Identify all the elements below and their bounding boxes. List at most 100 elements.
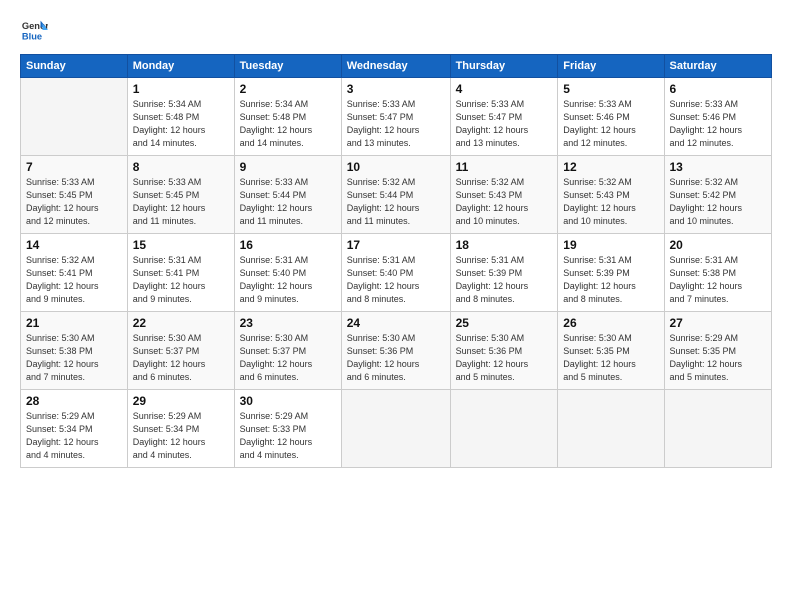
- weekday-header-friday: Friday: [558, 55, 664, 78]
- day-info: Sunrise: 5:33 AM Sunset: 5:44 PM Dayligh…: [240, 176, 336, 228]
- day-number: 28: [26, 394, 122, 408]
- day-info: Sunrise: 5:30 AM Sunset: 5:38 PM Dayligh…: [26, 332, 122, 384]
- day-number: 1: [133, 82, 229, 96]
- calendar-cell: 11 Sunrise: 5:32 AM Sunset: 5:43 PM Dayli…: [450, 156, 558, 234]
- calendar-cell: 20 Sunrise: 5:31 AM Sunset: 5:38 PM Dayli…: [664, 234, 772, 312]
- day-number: 4: [456, 82, 553, 96]
- calendar-cell: 25 Sunrise: 5:30 AM Sunset: 5:36 PM Dayli…: [450, 312, 558, 390]
- day-info: Sunrise: 5:29 AM Sunset: 5:35 PM Dayligh…: [670, 332, 767, 384]
- day-number: 5: [563, 82, 658, 96]
- day-number: 7: [26, 160, 122, 174]
- weekday-header-saturday: Saturday: [664, 55, 772, 78]
- day-number: 30: [240, 394, 336, 408]
- weekday-header-thursday: Thursday: [450, 55, 558, 78]
- day-info: Sunrise: 5:31 AM Sunset: 5:39 PM Dayligh…: [563, 254, 658, 306]
- day-info: Sunrise: 5:32 AM Sunset: 5:43 PM Dayligh…: [563, 176, 658, 228]
- calendar-cell: 8 Sunrise: 5:33 AM Sunset: 5:45 PM Daylig…: [127, 156, 234, 234]
- day-info: Sunrise: 5:32 AM Sunset: 5:43 PM Dayligh…: [456, 176, 553, 228]
- day-number: 6: [670, 82, 767, 96]
- calendar-cell: 17 Sunrise: 5:31 AM Sunset: 5:40 PM Dayli…: [341, 234, 450, 312]
- day-info: Sunrise: 5:33 AM Sunset: 5:47 PM Dayligh…: [456, 98, 553, 150]
- day-number: 18: [456, 238, 553, 252]
- calendar-week-row: 14Sunrise: 5:32 AM Sunset: 5:41 PM Dayli…: [21, 234, 772, 312]
- calendar-cell: 5 Sunrise: 5:33 AM Sunset: 5:46 PM Daylig…: [558, 78, 664, 156]
- day-info: Sunrise: 5:33 AM Sunset: 5:47 PM Dayligh…: [347, 98, 445, 150]
- weekday-header-sunday: Sunday: [21, 55, 128, 78]
- day-number: 25: [456, 316, 553, 330]
- day-info: Sunrise: 5:33 AM Sunset: 5:45 PM Dayligh…: [26, 176, 122, 228]
- day-number: 27: [670, 316, 767, 330]
- calendar-week-row: 7 Sunrise: 5:33 AM Sunset: 5:45 PM Daylig…: [21, 156, 772, 234]
- day-number: 22: [133, 316, 229, 330]
- calendar-cell: [664, 390, 772, 468]
- calendar-cell: 27 Sunrise: 5:29 AM Sunset: 5:35 PM Dayli…: [664, 312, 772, 390]
- logo: General Blue: [20, 16, 48, 44]
- calendar-cell: [558, 390, 664, 468]
- day-info: Sunrise: 5:31 AM Sunset: 5:38 PM Dayligh…: [670, 254, 767, 306]
- logo-icon: General Blue: [20, 16, 48, 44]
- day-number: 17: [347, 238, 445, 252]
- header: General Blue: [20, 16, 772, 44]
- day-number: 26: [563, 316, 658, 330]
- day-number: 23: [240, 316, 336, 330]
- calendar-cell: 29 Sunrise: 5:29 AM Sunset: 5:34 PM Dayli…: [127, 390, 234, 468]
- day-info: Sunrise: 5:30 AM Sunset: 5:37 PM Dayligh…: [133, 332, 229, 384]
- day-number: 12: [563, 160, 658, 174]
- day-number: 20: [670, 238, 767, 252]
- day-info: Sunrise: 5:30 AM Sunset: 5:36 PM Dayligh…: [456, 332, 553, 384]
- calendar-cell: 15Sunrise: 5:31 AM Sunset: 5:41 PM Dayli…: [127, 234, 234, 312]
- calendar-table: SundayMondayTuesdayWednesdayThursdayFrid…: [20, 54, 772, 468]
- calendar-cell: 23 Sunrise: 5:30 AM Sunset: 5:37 PM Dayli…: [234, 312, 341, 390]
- calendar-cell: 4 Sunrise: 5:33 AM Sunset: 5:47 PM Daylig…: [450, 78, 558, 156]
- day-number: 24: [347, 316, 445, 330]
- weekday-header-tuesday: Tuesday: [234, 55, 341, 78]
- day-info: Sunrise: 5:34 AM Sunset: 5:48 PM Dayligh…: [133, 98, 229, 150]
- day-number: 21: [26, 316, 122, 330]
- day-number: 2: [240, 82, 336, 96]
- calendar-cell: 28Sunrise: 5:29 AM Sunset: 5:34 PM Dayli…: [21, 390, 128, 468]
- calendar-cell: [341, 390, 450, 468]
- weekday-header-monday: Monday: [127, 55, 234, 78]
- calendar-cell: 1 Sunrise: 5:34 AM Sunset: 5:48 PM Daylig…: [127, 78, 234, 156]
- day-info: Sunrise: 5:31 AM Sunset: 5:40 PM Dayligh…: [347, 254, 445, 306]
- day-info: Sunrise: 5:33 AM Sunset: 5:45 PM Dayligh…: [133, 176, 229, 228]
- calendar-week-row: 28 Sunrise: 5:29 AM Sunset: 5:34 PM Dayli…: [21, 390, 772, 468]
- calendar-cell: 18 Sunrise: 5:31 AM Sunset: 5:39 PM Dayli…: [450, 234, 558, 312]
- day-number: 15: [133, 238, 229, 252]
- calendar-cell: 6 Sunrise: 5:33 AM Sunset: 5:46 PM Daylig…: [664, 78, 772, 156]
- calendar-week-row: 1 Sunrise: 5:34 AM Sunset: 5:48 PM Daylig…: [21, 78, 772, 156]
- calendar-cell: 2 Sunrise: 5:34 AM Sunset: 5:48 PM Daylig…: [234, 78, 341, 156]
- calendar-cell: 3Sunrise: 5:33 AM Sunset: 5:47 PM Daylig…: [341, 78, 450, 156]
- day-info: Sunrise: 5:30 AM Sunset: 5:35 PM Dayligh…: [563, 332, 658, 384]
- calendar-cell: 24 Sunrise: 5:30 AM Sunset: 5:36 PM Dayli…: [341, 312, 450, 390]
- day-number: 9: [240, 160, 336, 174]
- day-info: Sunrise: 5:30 AM Sunset: 5:37 PM Dayligh…: [240, 332, 336, 384]
- day-number: 16: [240, 238, 336, 252]
- calendar-cell: 12 Sunrise: 5:32 AM Sunset: 5:43 PM Dayli…: [558, 156, 664, 234]
- day-number: 29: [133, 394, 229, 408]
- day-info: Sunrise: 5:30 AM Sunset: 5:36 PM Dayligh…: [347, 332, 445, 384]
- calendar-cell: 9 Sunrise: 5:33 AM Sunset: 5:44 PM Daylig…: [234, 156, 341, 234]
- day-info: Sunrise: 5:31 AM Sunset: 5:40 PM Dayligh…: [240, 254, 336, 306]
- calendar-cell: [21, 78, 128, 156]
- calendar-cell: 7 Sunrise: 5:33 AM Sunset: 5:45 PM Daylig…: [21, 156, 128, 234]
- calendar-page: General Blue SundayMondayTuesdayWednesda…: [0, 0, 792, 612]
- day-number: 13: [670, 160, 767, 174]
- day-number: 11: [456, 160, 553, 174]
- day-info: Sunrise: 5:31 AM Sunset: 5:39 PM Dayligh…: [456, 254, 553, 306]
- day-info: Sunrise: 5:32 AM Sunset: 5:44 PM Dayligh…: [347, 176, 445, 228]
- day-number: 8: [133, 160, 229, 174]
- day-number: 10: [347, 160, 445, 174]
- weekday-header-wednesday: Wednesday: [341, 55, 450, 78]
- day-info: Sunrise: 5:33 AM Sunset: 5:46 PM Dayligh…: [563, 98, 658, 150]
- calendar-cell: 22 Sunrise: 5:30 AM Sunset: 5:37 PM Dayli…: [127, 312, 234, 390]
- calendar-cell: 14Sunrise: 5:32 AM Sunset: 5:41 PM Dayli…: [21, 234, 128, 312]
- calendar-cell: 19Sunrise: 5:31 AM Sunset: 5:39 PM Dayli…: [558, 234, 664, 312]
- day-info: Sunrise: 5:34 AM Sunset: 5:48 PM Dayligh…: [240, 98, 336, 150]
- day-info: Sunrise: 5:29 AM Sunset: 5:34 PM Dayligh…: [133, 410, 229, 462]
- calendar-cell: 10 Sunrise: 5:32 AM Sunset: 5:44 PM Dayli…: [341, 156, 450, 234]
- calendar-cell: 13Sunrise: 5:32 AM Sunset: 5:42 PM Dayli…: [664, 156, 772, 234]
- calendar-cell: [450, 390, 558, 468]
- day-number: 14: [26, 238, 122, 252]
- day-info: Sunrise: 5:33 AM Sunset: 5:46 PM Dayligh…: [670, 98, 767, 150]
